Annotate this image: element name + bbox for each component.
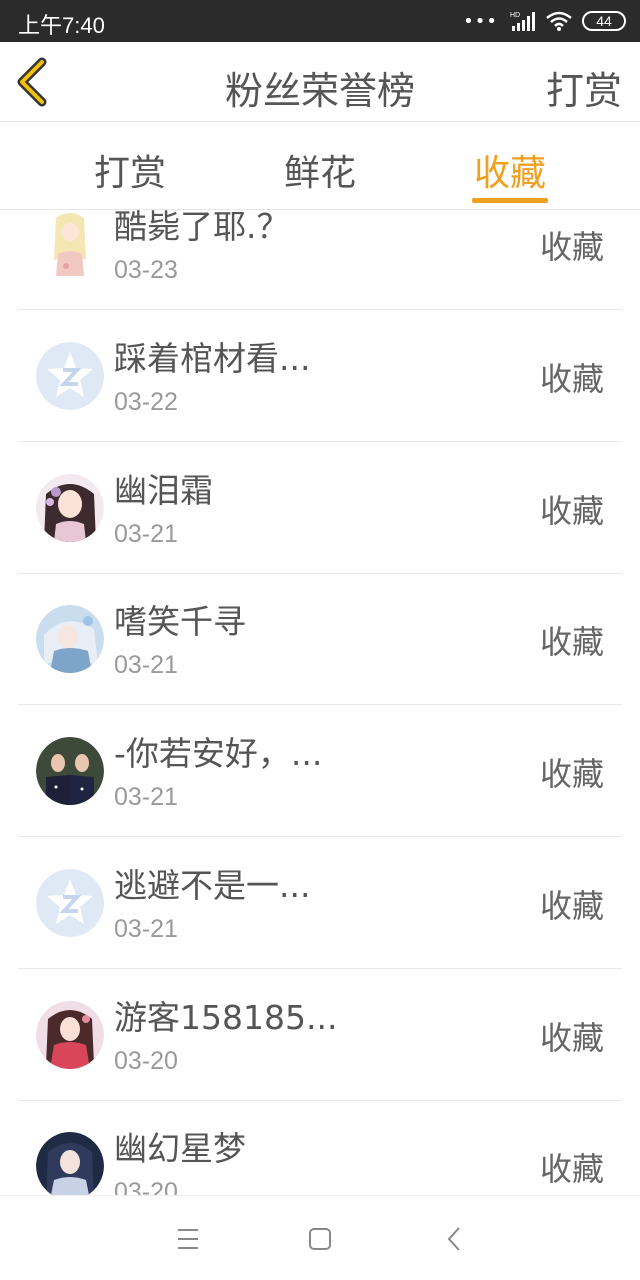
battery-icon: 44 — [582, 11, 626, 31]
default-star-avatar-icon — [36, 869, 104, 937]
fan-date: 03-21 — [114, 783, 178, 811]
fan-date: 03-21 — [114, 915, 178, 943]
fan-date: 03-21 — [114, 651, 178, 679]
list-item[interactable]: 幽泪霜 03-21 收藏 — [18, 442, 622, 574]
tab-bar: 打赏 鲜花 收藏 — [0, 122, 640, 210]
tab-flowers[interactable]: 鲜花 — [260, 144, 380, 196]
fan-name: 酷毙了耶.？ — [114, 210, 290, 246]
fan-action: 收藏 — [539, 887, 604, 925]
fan-action: 收藏 — [539, 360, 604, 398]
avatar — [36, 342, 104, 410]
wifi-icon — [546, 11, 572, 31]
fan-list: 酷毙了耶.？ 03-23 收藏 踩着棺材看... 03-22 收藏 幽泪霜 03… — [0, 210, 640, 1195]
list-item[interactable]: -你若安好，... 03-21 收藏 — [18, 705, 622, 837]
avatar — [36, 474, 104, 542]
reward-button[interactable]: 打赏 — [546, 60, 622, 115]
tab-reward[interactable]: 打赏 — [70, 144, 190, 196]
menu-button[interactable] — [168, 1222, 208, 1256]
back-triangle-icon — [447, 1227, 460, 1251]
avatar — [36, 210, 104, 278]
fan-name: -你若安好，... — [114, 734, 323, 773]
list-item[interactable]: 游客158185... 03-20 收藏 — [18, 969, 622, 1101]
status-icons: ••• HD 44 — [463, 8, 626, 34]
fan-action: 收藏 — [539, 492, 604, 530]
status-time: 上午7:40 — [18, 13, 105, 38]
avatar — [36, 1001, 104, 1069]
hd-label: HD — [510, 12, 520, 19]
list-item[interactable]: 幽幻星梦 03-20 收藏 — [18, 1100, 622, 1195]
fan-action: 收藏 — [539, 755, 604, 793]
fan-date: 03-23 — [114, 256, 178, 284]
list-item[interactable]: 嗜笑千寻 03-21 收藏 — [18, 573, 622, 705]
list-item[interactable]: 酷毙了耶.？ 03-23 收藏 — [18, 210, 622, 310]
tab-favorites[interactable]: 收藏 — [450, 144, 570, 196]
avatar — [36, 605, 104, 673]
home-square-icon — [309, 1228, 331, 1250]
fan-date: 03-20 — [114, 1178, 178, 1195]
fan-action: 收藏 — [539, 623, 604, 661]
default-star-avatar-icon — [36, 342, 104, 410]
fan-action: 收藏 — [539, 1019, 604, 1057]
fan-name: 游客158185... — [114, 998, 338, 1037]
avatar — [36, 737, 104, 805]
fan-action: 收藏 — [539, 228, 604, 266]
active-tab-indicator — [472, 198, 548, 203]
fan-name: 嗜笑千寻 — [114, 602, 246, 641]
notification-dots-icon: ••• — [463, 10, 498, 32]
system-nav-bar — [0, 1195, 640, 1280]
fan-date: 03-20 — [114, 1047, 178, 1075]
fan-name: 幽泪霜 — [114, 471, 213, 510]
fan-action: 收藏 — [539, 1150, 604, 1188]
status-bar: 上午7:40 ••• HD 44 — [0, 0, 640, 42]
app-header: 粉丝荣誉榜 打赏 — [0, 42, 640, 122]
page-title: 粉丝荣誉榜 — [224, 69, 415, 113]
signal-icon: HD — [508, 10, 536, 32]
fan-date: 03-21 — [114, 520, 178, 548]
list-item[interactable]: 逃避不是一... 03-21 收藏 — [18, 837, 622, 969]
list-item[interactable]: 踩着棺材看... 03-22 收藏 — [18, 310, 622, 442]
system-back-button[interactable] — [434, 1222, 474, 1256]
fan-date: 03-22 — [114, 388, 178, 416]
fan-name: 逃避不是一... — [114, 866, 311, 905]
fan-name: 踩着棺材看... — [114, 339, 311, 378]
home-button[interactable] — [300, 1222, 340, 1256]
fan-name: 幽幻星梦 — [114, 1129, 246, 1168]
menu-icon — [178, 1229, 198, 1249]
avatar — [36, 1132, 104, 1195]
avatar — [36, 869, 104, 937]
